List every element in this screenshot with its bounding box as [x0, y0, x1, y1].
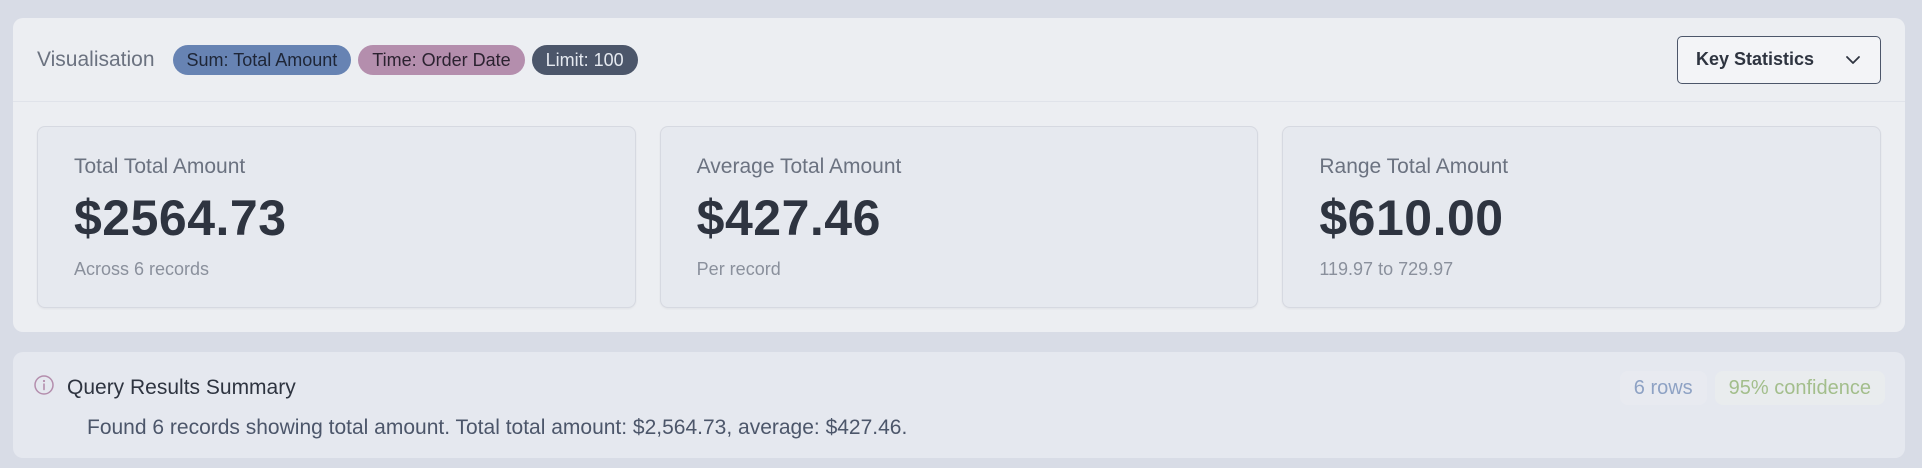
dropdown-selected-label: Key Statistics	[1696, 49, 1815, 69]
summary-title: Query Results Summary	[67, 376, 296, 399]
sum-pill[interactable]: Sum: Total Amount	[172, 44, 352, 75]
stat-card-value: $610.00	[1319, 190, 1504, 246]
limit-pill[interactable]: Limit: 100	[531, 44, 638, 75]
summary-header: Query Results Summary 6 rows 95% confide…	[33, 370, 1885, 406]
stat-card-value: $2564.73	[74, 190, 287, 246]
visualisation-title: Visualisation	[37, 47, 155, 71]
stat-card-label: Range Total Amount	[1319, 155, 1509, 178]
stat-card-subtitle: Per record	[696, 259, 781, 279]
info-icon	[34, 375, 54, 395]
chevron-down-icon	[1846, 55, 1860, 64]
stat-card-total: Total Total Amount $2564.73 Across 6 rec…	[37, 126, 636, 308]
stat-card-label: Total Total Amount	[74, 155, 246, 178]
visualisation-type-dropdown[interactable]: Key Statistics	[1677, 35, 1881, 84]
stat-card-range: Range Total Amount $610.00 119.97 to 729…	[1282, 126, 1882, 308]
confidence-badge: 95% confidence	[1714, 371, 1885, 405]
stat-card-subtitle: 119.97 to 729.97	[1319, 259, 1454, 279]
visualisation-header: Visualisation Sum: Total Amount Time: Or…	[13, 18, 1905, 102]
stat-card-average: Average Total Amount $427.46 Per record	[659, 126, 1259, 308]
statistics-cards: Total Total Amount $2564.73 Across 6 rec…	[13, 102, 1905, 308]
stat-card-subtitle: Across 6 records	[74, 259, 210, 279]
stat-card-value: $427.46	[696, 190, 881, 246]
stat-card-label: Average Total Amount	[696, 155, 902, 178]
rows-count-badge: 6 rows	[1619, 371, 1707, 405]
time-pill[interactable]: Time: Order Date	[358, 44, 525, 75]
summary-text: Found 6 records showing total amount. To…	[87, 416, 908, 439]
visualisation-panel: Visualisation Sum: Total Amount Time: Or…	[13, 18, 1905, 332]
query-summary-panel: Query Results Summary 6 rows 95% confide…	[13, 352, 1905, 458]
